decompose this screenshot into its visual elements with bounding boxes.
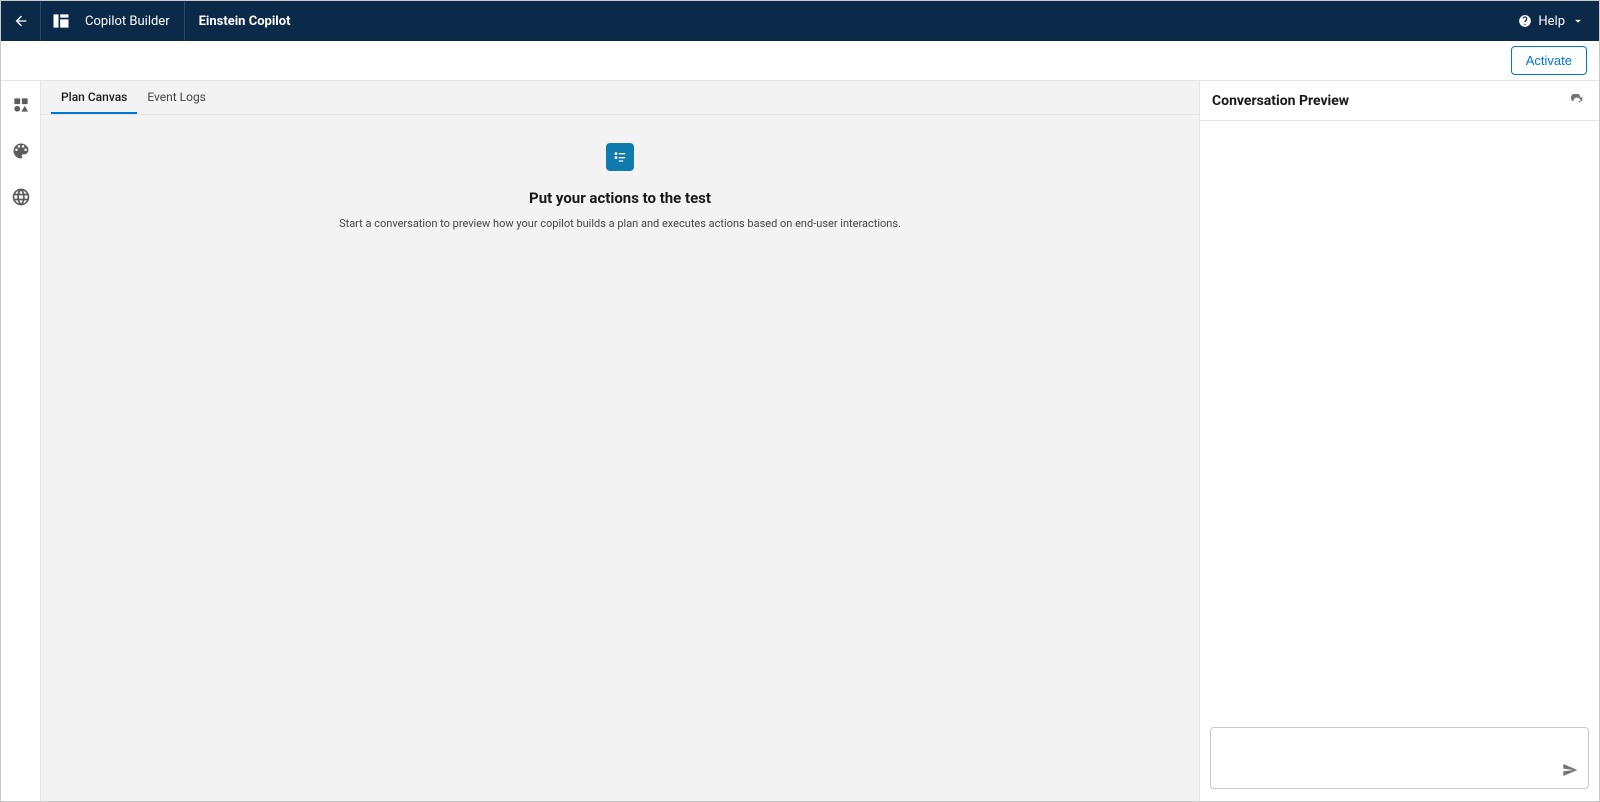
builder-icon: [51, 11, 71, 31]
conversation-input-box: [1210, 727, 1589, 789]
conversation-header: Conversation Preview: [1200, 81, 1599, 121]
chevron-down-icon: [1571, 14, 1585, 28]
rail-apps-button[interactable]: [7, 91, 35, 119]
rail-globe-button[interactable]: [7, 183, 35, 211]
help-button[interactable]: Help: [1518, 14, 1585, 29]
side-rail: [1, 81, 41, 801]
help-icon: [1518, 14, 1532, 28]
tab-plan-canvas[interactable]: Plan Canvas: [51, 81, 137, 114]
refresh-icon: [1570, 94, 1584, 108]
canvas-area: Plan Canvas Event Logs Put your actions …: [41, 81, 1199, 801]
body: Plan Canvas Event Logs Put your actions …: [1, 81, 1599, 801]
empty-state-description: Start a conversation to preview how your…: [339, 217, 901, 230]
conversation-panel: Conversation Preview: [1199, 81, 1599, 801]
conversation-body: [1200, 121, 1599, 719]
topbar: Copilot Builder Einstein Copilot Help: [1, 1, 1599, 41]
app-name: Copilot Builder: [81, 1, 185, 41]
palette-icon: [11, 141, 31, 161]
activate-button[interactable]: Activate: [1511, 46, 1587, 75]
empty-state-title: Put your actions to the test: [529, 189, 711, 207]
globe-icon: [11, 187, 31, 207]
arrow-left-icon: [13, 13, 29, 29]
tabbar: Plan Canvas Event Logs: [41, 81, 1199, 115]
canvas-content: Put your actions to the test Start a con…: [41, 115, 1199, 801]
page-name: Einstein Copilot: [185, 14, 291, 29]
list-check-icon: [612, 149, 628, 165]
help-label: Help: [1538, 14, 1565, 29]
send-button[interactable]: [1560, 760, 1580, 780]
topbar-left: Copilot Builder Einstein Copilot: [1, 1, 290, 41]
tab-event-logs[interactable]: Event Logs: [137, 81, 216, 114]
refresh-button[interactable]: [1567, 91, 1587, 111]
app-icon-wrap: [41, 1, 81, 41]
apps-icon: [11, 95, 31, 115]
app-root: Copilot Builder Einstein Copilot Help Ac…: [0, 0, 1600, 802]
subheader: Activate: [1, 41, 1599, 81]
rail-palette-button[interactable]: [7, 137, 35, 165]
conversation-input-wrap: [1200, 719, 1599, 801]
conversation-input[interactable]: [1219, 736, 1560, 780]
topbar-right: Help: [1518, 1, 1599, 41]
send-icon: [1562, 762, 1578, 778]
conversation-title: Conversation Preview: [1212, 93, 1349, 109]
empty-state-icon-wrap: [606, 143, 634, 171]
back-button[interactable]: [1, 1, 41, 41]
